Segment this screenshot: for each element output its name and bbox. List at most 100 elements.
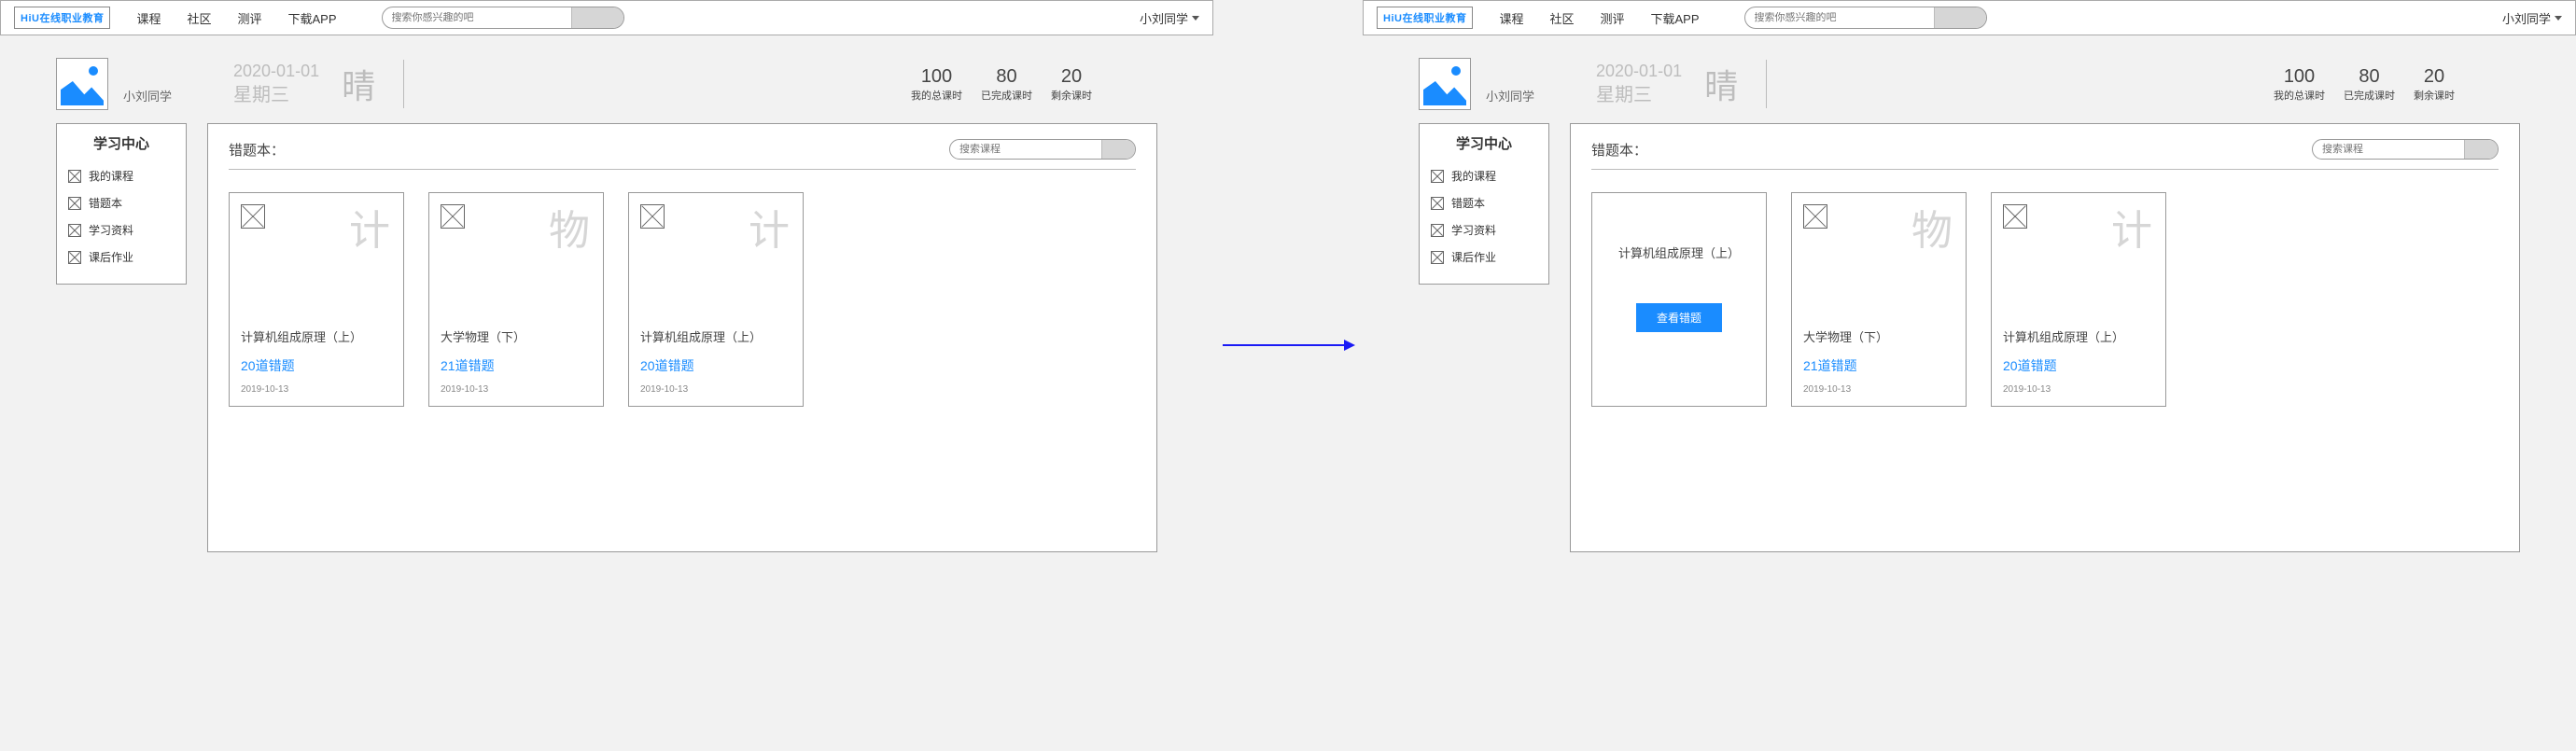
user-name-label: 小刘同学 <box>2502 9 2551 27</box>
profile-row: 小刘同学 2020-01-01 星期三 晴 100 我的总课时 80 已完成课时… <box>0 35 1213 123</box>
user-dropdown[interactable]: 小刘同学 <box>2502 9 2562 27</box>
sidemenu-item-courses[interactable]: 我的课程 <box>1431 162 1537 189</box>
course-card[interactable]: 计 计算机组成原理（上） 20道错题 2019-10-13 <box>229 192 404 407</box>
stat-done-num: 80 <box>981 66 1032 88</box>
nav-assess[interactable]: 测评 <box>237 9 261 27</box>
logo[interactable]: HiU在线职业教育 <box>14 7 110 29</box>
stat-total: 100 我的总课时 <box>911 66 962 103</box>
stats-row: 100 我的总课时 80 已完成课时 20 剩余课时 <box>2274 66 2455 103</box>
sidemenu-label: 课后作业 <box>1451 249 1496 265</box>
card-date: 2019-10-13 <box>241 384 392 395</box>
sidemenu-item-courses[interactable]: 我的课程 <box>68 162 175 189</box>
sidemenu-item-mistakes[interactable]: 错题本 <box>1431 189 1537 216</box>
panel-search <box>2312 139 2499 160</box>
stat-remain-lbl: 剩余课时 <box>2414 88 2455 103</box>
avatar[interactable] <box>1419 58 1471 110</box>
date-text: 2020-01-01 <box>1596 61 1682 82</box>
card-list: 计 计算机组成原理（上） 20道错题 2019-10-13 物 大学物理（下） … <box>229 192 1136 407</box>
chevron-down-icon <box>2555 16 2562 21</box>
course-card[interactable]: 物 大学物理（下） 21道错题 2019-10-13 <box>428 192 604 407</box>
top-nav: HiU在线职业教育 课程 社区 测评 下载APP 小刘同学 <box>1363 0 2576 35</box>
stat-remain: 20 剩余课时 <box>2414 66 2455 103</box>
nav-courses[interactable]: 课程 <box>1499 9 1523 27</box>
arrow-icon <box>1223 344 1353 346</box>
user-dropdown[interactable]: 小刘同学 <box>1140 9 1199 27</box>
avatar[interactable] <box>56 58 108 110</box>
card-initial: 物 <box>1911 197 1953 257</box>
card-count: 20道错题 <box>640 356 791 375</box>
side-menu: 学习中心 我的课程 错题本 学习资料 课后作业 <box>56 123 187 285</box>
card-date: 2019-10-13 <box>441 384 592 395</box>
chevron-down-icon <box>1192 16 1199 21</box>
panel-head: 错题本： <box>1591 139 2499 170</box>
stats-row: 100 我的总课时 80 已完成课时 20 剩余课时 <box>911 66 1092 103</box>
card-initial: 计 <box>349 197 390 257</box>
placeholder-icon <box>68 251 81 264</box>
profile-row: 小刘同学 2020-01-01 星期三 晴 100 我的总课时 80 已完成课时… <box>1363 35 2576 123</box>
view-mistakes-button[interactable]: 查看错题 <box>1636 303 1722 332</box>
placeholder-icon <box>68 224 81 237</box>
course-card[interactable]: 计 计算机组成原理（上） 20道错题 2019-10-13 <box>1991 192 2166 407</box>
nav-download[interactable]: 下载APP <box>1651 9 1700 27</box>
stat-done-num: 80 <box>2344 66 2395 88</box>
sidemenu-item-materials[interactable]: 学习资料 <box>1431 216 1537 243</box>
side-menu: 学习中心 我的课程 错题本 学习资料 课后作业 <box>1419 123 1549 285</box>
stat-remain: 20 剩余课时 <box>1051 66 1092 103</box>
panel-search-input[interactable] <box>950 140 1101 159</box>
sidemenu-item-materials[interactable]: 学习资料 <box>68 216 175 243</box>
card-count: 20道错题 <box>2003 356 2154 375</box>
stat-total: 100 我的总课时 <box>2274 66 2325 103</box>
sidemenu-item-homework[interactable]: 课后作业 <box>1431 243 1537 271</box>
weekday-text: 星期三 <box>1596 83 1682 107</box>
top-nav: HiU在线职业教育 课程 社区 测评 下载APP 小刘同学 <box>0 0 1213 35</box>
sidemenu-label: 我的课程 <box>89 168 133 184</box>
stat-remain-num: 20 <box>2414 66 2455 88</box>
weekday-text: 星期三 <box>233 83 319 107</box>
stat-total-lbl: 我的总课时 <box>911 88 962 103</box>
placeholder-icon <box>68 197 81 210</box>
stat-done-lbl: 已完成课时 <box>2344 88 2395 103</box>
placeholder-icon <box>2003 204 2027 229</box>
panel-search-button[interactable] <box>2464 140 2498 159</box>
card-title: 计算机组成原理（上） <box>241 327 392 345</box>
top-search-input[interactable] <box>1745 12 1934 23</box>
stat-done: 80 已完成课时 <box>981 66 1032 103</box>
main-panel: 错题本： 计算机组成原理（上） 查看错题 物 大学 <box>1570 123 2520 552</box>
sidemenu-item-homework[interactable]: 课后作业 <box>68 243 175 271</box>
profile-name: 小刘同学 <box>123 87 172 104</box>
logo[interactable]: HiU在线职业教育 <box>1377 7 1473 29</box>
body-row: 学习中心 我的课程 错题本 学习资料 课后作业 错题本： 计算机组成原理（上） <box>1363 123 2576 580</box>
course-card[interactable]: 计 计算机组成原理（上） 20道错题 2019-10-13 <box>628 192 804 407</box>
stat-total-num: 100 <box>2274 66 2325 88</box>
card-initial: 计 <box>2111 197 2152 257</box>
panel-search-input[interactable] <box>2313 140 2464 159</box>
top-search-button[interactable] <box>571 7 623 28</box>
panel-search <box>949 139 1136 160</box>
stat-done-lbl: 已完成课时 <box>981 88 1032 103</box>
course-card-hover[interactable]: 计算机组成原理（上） 查看错题 <box>1591 192 1767 407</box>
placeholder-icon <box>441 204 465 229</box>
date-block: 2020-01-01 星期三 <box>233 61 319 106</box>
panel-search-button[interactable] <box>1101 140 1135 159</box>
sidemenu-label: 我的课程 <box>1451 168 1496 184</box>
card-date: 2019-10-13 <box>2003 384 2154 395</box>
sidemenu-item-mistakes[interactable]: 错题本 <box>68 189 175 216</box>
card-title: 计算机组成原理（上） <box>640 327 791 345</box>
top-search-input[interactable] <box>383 12 571 23</box>
placeholder-icon <box>1431 224 1444 237</box>
panel-title: 错题本： <box>1591 140 1647 160</box>
nav-community[interactable]: 社区 <box>1549 9 1574 27</box>
card-initial: 物 <box>549 197 590 257</box>
placeholder-icon <box>1803 204 1827 229</box>
sidemenu-label: 错题本 <box>1451 195 1485 211</box>
main-panel: 错题本： 计 计算机组成原理（上） 20道错题 2019-10-13 <box>207 123 1157 552</box>
course-card[interactable]: 物 大学物理（下） 21道错题 2019-10-13 <box>1791 192 1967 407</box>
nav-assess[interactable]: 测评 <box>1600 9 1624 27</box>
panel-title: 错题本： <box>229 140 285 160</box>
weather-text: 晴 <box>1704 60 1767 108</box>
nav-community[interactable]: 社区 <box>187 9 211 27</box>
nav-download[interactable]: 下载APP <box>288 9 337 27</box>
placeholder-icon <box>1431 197 1444 210</box>
nav-courses[interactable]: 课程 <box>136 9 161 27</box>
top-search-button[interactable] <box>1934 7 1986 28</box>
